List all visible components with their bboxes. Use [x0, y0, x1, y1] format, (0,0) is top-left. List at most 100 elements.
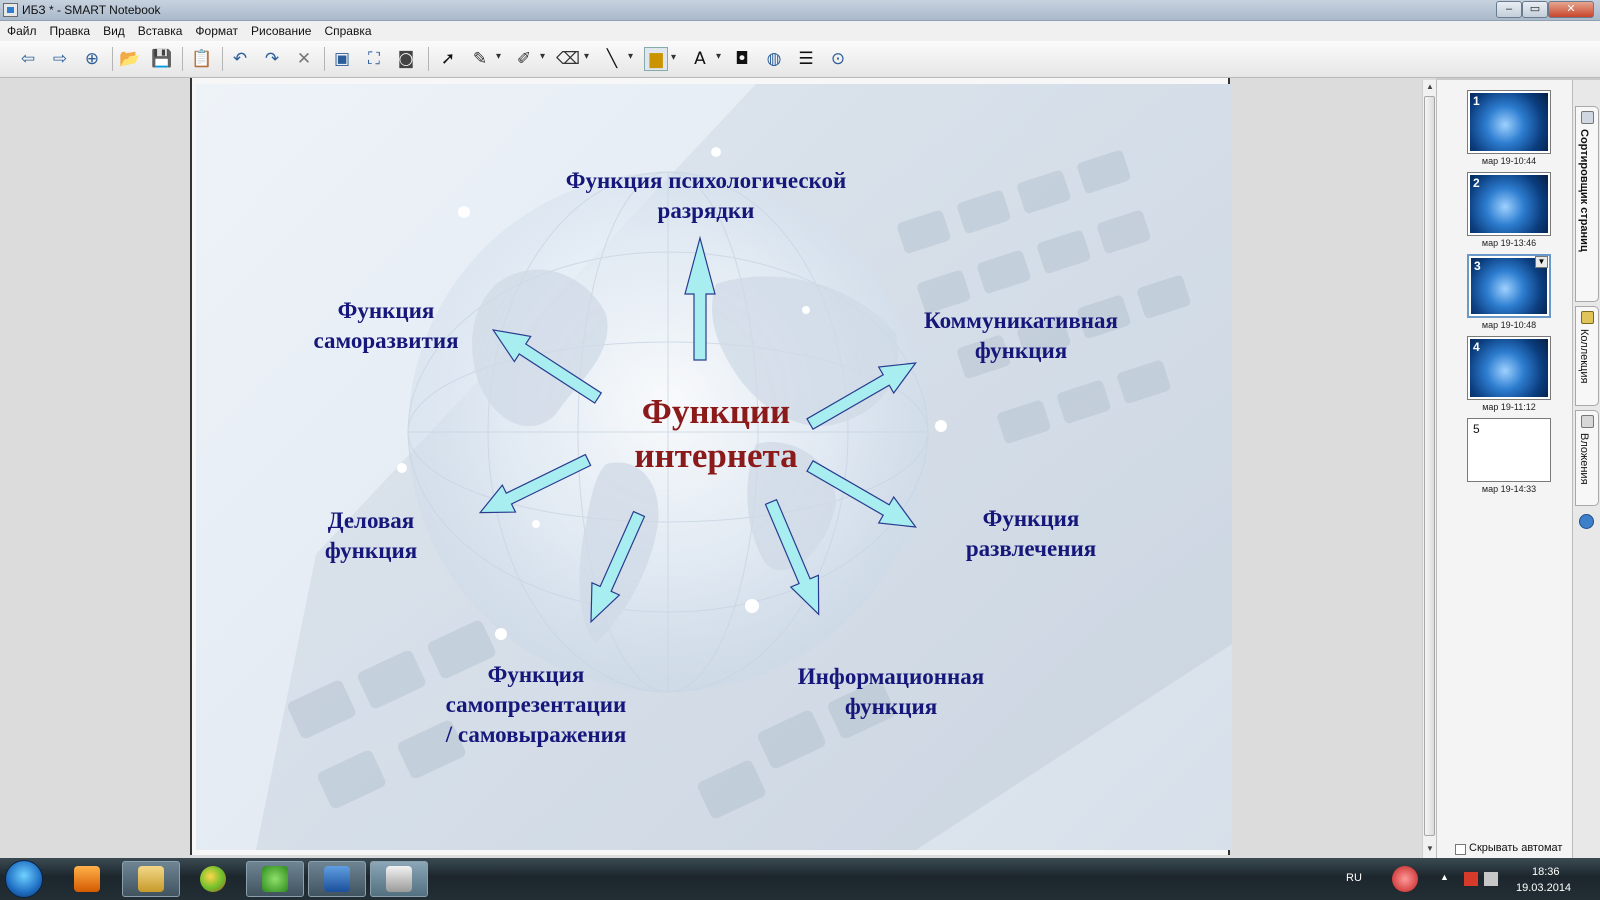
label-line: функция — [844, 694, 938, 719]
menu-format[interactable]: Формат — [188, 21, 244, 38]
antivirus-icon[interactable] — [1392, 866, 1418, 892]
menu-view[interactable]: Вид — [96, 21, 131, 38]
clock-time[interactable]: 18:36 — [1532, 866, 1560, 878]
menu-help[interactable]: Справка — [317, 21, 377, 38]
properties-tab-icon[interactable] — [1579, 514, 1594, 529]
text-icon[interactable]: A — [688, 47, 721, 71]
screen-shade-icon[interactable]: ▣ — [330, 47, 354, 71]
label-line: / самовыражения — [445, 722, 627, 747]
slide-frame: Функции интернета Функция психологическо… — [190, 78, 1232, 855]
page-sorter-icon — [1581, 111, 1594, 124]
language-indicator[interactable]: RU — [1346, 872, 1362, 884]
folder-icon — [138, 866, 164, 892]
page-sorter: 1 мар 19-10:44 2 мар 19-13:46 3 мар 19-1… — [1436, 80, 1572, 858]
explorer-task[interactable] — [122, 861, 180, 897]
label-communicative: Коммуникативная функция — [886, 306, 1156, 366]
tab-page-sorter[interactable]: Сортировщик страниц — [1575, 106, 1599, 302]
label-entertainment: Функция развлечения — [936, 504, 1126, 564]
slide-canvas[interactable]: Функции интернета Функция психологическо… — [196, 84, 1232, 850]
label-line: Деловая — [327, 508, 415, 533]
undo-icon[interactable]: ↶ — [228, 47, 252, 71]
properties-icon[interactable]: ☰ — [794, 47, 818, 71]
paste-icon[interactable]: 📋 — [190, 47, 214, 71]
label-self-presentation: Функция самопрезентации / самовыражения — [426, 660, 646, 750]
scroll-up-icon[interactable]: ▲ — [1423, 80, 1437, 94]
page-thumb-4[interactable]: 4 — [1467, 336, 1551, 400]
creative-pen-icon[interactable]: ✐ — [512, 47, 545, 71]
paperclip-icon — [1581, 415, 1594, 428]
maximize-button[interactable]: ▭ — [1522, 1, 1548, 18]
fullscreen-icon[interactable]: ⛶ — [362, 47, 386, 71]
open-icon[interactable]: 📂 — [118, 47, 142, 71]
close-button[interactable]: ✕ — [1548, 1, 1594, 18]
page-number: 4 — [1473, 340, 1480, 354]
scroll-thumb[interactable] — [1424, 96, 1435, 836]
media-player-task[interactable] — [58, 861, 116, 897]
page-thumb-5[interactable]: 5 — [1467, 418, 1551, 482]
work-area: Функции интернета Функция психологическо… — [0, 78, 1436, 858]
clock-date[interactable]: 19.03.2014 — [1516, 882, 1571, 894]
menu-insert[interactable]: Вставка — [131, 21, 189, 38]
tab-label: Вложения — [1578, 433, 1590, 485]
pen-icon[interactable]: ✎ — [468, 47, 501, 71]
label-line: Коммуникативная — [924, 308, 1118, 333]
label-psych-relief: Функция психологической разрядки — [536, 166, 876, 226]
menu-file[interactable]: Файл — [0, 21, 43, 38]
fill-icon[interactable]: ▆ — [644, 47, 676, 71]
line-icon[interactable]: ╲ — [600, 47, 633, 71]
tab-label: Сортировщик страниц — [1578, 129, 1590, 252]
start-button[interactable] — [5, 860, 43, 898]
center-title: Функции интернета — [586, 390, 846, 478]
label-line: Функция — [982, 506, 1080, 531]
side-tabs: Сортировщик страниц Коллекция Вложения — [1572, 80, 1600, 858]
page-thumb-1[interactable]: 1 — [1467, 90, 1551, 154]
label-line: развлечения — [965, 536, 1097, 561]
select-icon[interactable]: ➚ — [436, 47, 460, 71]
page-timestamp: мар 19-10:48 — [1481, 320, 1537, 330]
label-self-development: Функция саморазвития — [286, 296, 486, 356]
network-icon[interactable] — [1484, 872, 1498, 886]
page-number: 2 — [1473, 176, 1480, 190]
app-task-green[interactable] — [246, 861, 304, 897]
label-line: саморазвития — [313, 328, 459, 353]
menu-edit[interactable]: Правка — [43, 21, 97, 38]
back-icon[interactable]: ⇦ — [16, 47, 40, 71]
capture-icon[interactable]: ◙ — [394, 47, 418, 71]
menu-draw[interactable]: Рисование — [244, 21, 317, 38]
page-timestamp: мар 19-10:44 — [1481, 156, 1537, 166]
word-task[interactable] — [308, 861, 366, 897]
add-page-icon[interactable]: ⊕ — [80, 47, 104, 71]
page-number: 1 — [1473, 94, 1480, 108]
autohide-checkbox[interactable] — [1455, 844, 1466, 855]
page-menu-dropdown-icon[interactable]: ▼ — [1535, 256, 1548, 268]
save-icon[interactable]: 💾 — [150, 47, 174, 71]
action-center-icon[interactable] — [1464, 872, 1478, 886]
eraser-icon[interactable]: ⌫ — [556, 47, 589, 71]
more-icon[interactable]: ⊙ — [826, 47, 850, 71]
tab-attachments[interactable]: Вложения — [1575, 410, 1599, 506]
forward-icon[interactable]: ⇨ — [48, 47, 72, 71]
gallery-icon — [1581, 311, 1594, 324]
page-thumb-2[interactable]: 2 — [1467, 172, 1551, 236]
vertical-scrollbar[interactable]: ▲ ▼ — [1422, 80, 1436, 858]
app-icon — [3, 3, 18, 17]
title-bar: ИБЗ * - SMART Notebook – ▭ ✕ — [0, 0, 1600, 21]
autohide-label: Скрывать автомат — [1469, 842, 1563, 854]
redo-icon[interactable]: ↷ — [260, 47, 284, 71]
toolbar: ⇦ ⇨ ⊕ 📂 💾 📋 ↶ ↷ ✕ ▣ ⛶ ◙ ➚ ✎ ✐ ⌫ ╲ ▆ A ◘ … — [0, 41, 1600, 78]
tab-gallery[interactable]: Коллекция — [1575, 306, 1599, 406]
center-title-line-2: интернета — [634, 436, 798, 475]
word-icon — [324, 866, 350, 892]
label-line: функция — [974, 338, 1068, 363]
smart-notebook-task[interactable] — [370, 861, 428, 897]
page-timestamp: мар 19-11:12 — [1482, 402, 1536, 412]
scroll-down-icon[interactable]: ▼ — [1423, 842, 1437, 856]
shapes-icon[interactable]: ◘ — [730, 47, 754, 71]
media-player-icon — [74, 866, 100, 892]
browser-task[interactable] — [184, 861, 242, 897]
tab-label: Коллекция — [1578, 329, 1590, 384]
show-hidden-icons-icon[interactable]: ▲ — [1440, 872, 1454, 886]
minimize-button[interactable]: – — [1496, 1, 1522, 18]
magic-pen-icon[interactable]: ◍ — [762, 47, 786, 71]
delete-icon[interactable]: ✕ — [292, 47, 316, 71]
